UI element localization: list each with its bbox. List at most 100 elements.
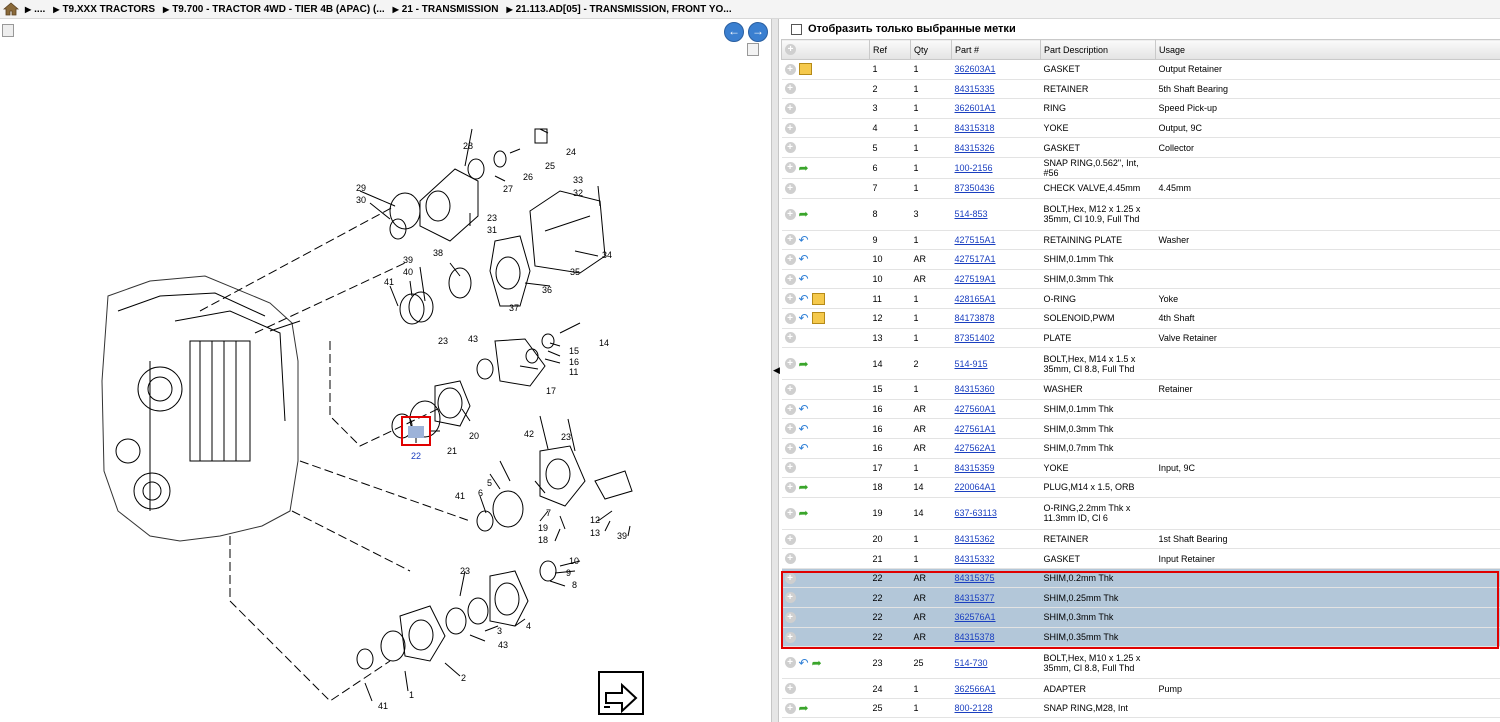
back-arrow-icon[interactable]: ↶ (799, 253, 809, 265)
callout-label[interactable]: 2 (461, 673, 466, 683)
callout-label[interactable]: 20 (469, 431, 479, 441)
callout-label[interactable]: 23 (438, 336, 448, 346)
callout-label[interactable]: 39 (403, 255, 413, 265)
row-part-number-cell[interactable]: 84315362 (951, 529, 1041, 550)
row-part-number-cell[interactable]: 800-2128 (951, 698, 1041, 719)
row-part-number[interactable]: 84315326 (955, 143, 995, 153)
row-part-number[interactable]: 84315318 (955, 123, 995, 133)
row-part-number[interactable]: 84315359 (955, 463, 995, 473)
row-part-number[interactable]: 427515A1 (955, 235, 996, 245)
back-arrow-icon[interactable]: ↶ (799, 312, 809, 324)
callout-label[interactable]: 35 (570, 267, 580, 277)
back-arrow-icon[interactable]: ↶ (799, 234, 809, 246)
row-part-number[interactable]: 514-853 (955, 209, 988, 219)
breadcrumb-item[interactable]: ▶ 21 - TRANSMISSION (393, 4, 499, 15)
row-part-number-cell[interactable]: 84315332 (951, 548, 1041, 569)
row-part-number-cell[interactable]: 87350436 (951, 178, 1041, 199)
callout-label[interactable]: 3 (497, 626, 502, 636)
table-row[interactable]: +3 1 362601A1 RING Speed Pick-up (781, 98, 1500, 119)
add-to-cart-icon[interactable]: + (784, 162, 796, 174)
callout-label[interactable]: 41 (378, 701, 388, 711)
add-to-cart-icon[interactable]: + (784, 332, 796, 344)
table-row[interactable]: +24 1 362566A1 ADAPTER Pump (781, 678, 1500, 699)
callout-label[interactable]: 19 (538, 523, 548, 533)
table-row[interactable]: +20 1 84315362 RETAINER 1st Shaft Bearing (781, 529, 1500, 550)
row-part-number-cell[interactable]: 362576A1 (951, 607, 1041, 628)
row-part-number-cell[interactable]: 514-853 (951, 198, 1041, 231)
callout-label[interactable]: 17 (546, 386, 556, 396)
add-to-cart-icon[interactable]: + (784, 208, 796, 220)
row-part-number-cell[interactable]: 84315335 (951, 79, 1041, 100)
row-part-number-cell[interactable]: 362603A1 (951, 59, 1041, 80)
add-to-cart-icon[interactable]: + (784, 383, 796, 395)
row-part-number[interactable]: 87350436 (955, 183, 995, 193)
row-part-number[interactable]: 427561A1 (955, 424, 996, 434)
callout-label[interactable]: 14 (599, 338, 609, 348)
table-row[interactable]: + ➦ 19 14 637-63113 O-RING,2.2mm Thk x 11.3mm… (781, 497, 1500, 530)
add-to-cart-icon[interactable]: + (784, 253, 796, 265)
breadcrumb-item[interactable]: ▶ T9.XXX TRACTORS (53, 4, 155, 15)
row-part-number-cell[interactable]: 427517A1 (951, 249, 1041, 270)
add-to-cart-icon[interactable]: + (784, 122, 796, 134)
row-part-number-cell[interactable]: 428165A1 (951, 288, 1041, 309)
table-row[interactable]: +7 1 87350436 CHECK VALVE,4.45mm 4.45mm (781, 178, 1500, 199)
row-part-number[interactable]: 800-2128 (955, 703, 993, 713)
box-icon[interactable] (811, 312, 825, 325)
forward-arrow-icon[interactable]: ➦ (799, 507, 809, 519)
callout-label[interactable]: 6 (478, 488, 483, 498)
row-part-number[interactable]: 84315362 (955, 534, 995, 544)
callout-label[interactable]: 5 (487, 478, 492, 488)
row-part-number[interactable]: 84315377 (955, 593, 995, 603)
row-part-number-cell[interactable]: 427560A1 (951, 399, 1041, 420)
row-part-number[interactable]: 220064A1 (955, 482, 996, 492)
row-part-number[interactable]: 84173878 (955, 313, 995, 323)
callout-label[interactable]: 28 (463, 141, 473, 151)
add-to-cart-icon[interactable]: + (784, 182, 796, 194)
add-to-cart-icon[interactable]: + (784, 273, 796, 285)
add-to-cart-icon[interactable]: + (784, 657, 796, 669)
row-part-number[interactable]: 362566A1 (955, 684, 996, 694)
table-row[interactable]: +13 1 87351402 PLATE Valve Retainer (781, 328, 1500, 349)
row-part-number-cell[interactable]: 84173878 (951, 308, 1041, 329)
callout-label[interactable]: 37 (509, 303, 519, 313)
callout-label[interactable]: 13 (590, 528, 600, 538)
callout-label[interactable]: 33 (573, 175, 583, 185)
add-to-cart-icon[interactable]: + (784, 293, 796, 305)
callout-label[interactable]: 29 (356, 183, 366, 193)
forward-arrow-icon[interactable]: ➦ (799, 702, 809, 714)
add-to-cart-icon[interactable]: + (784, 442, 796, 454)
table-row[interactable]: + ↶ 16 AR 427562A1 SHIM,0.7mm Thk (781, 438, 1500, 459)
callout-label[interactable]: 39 (617, 531, 627, 541)
forward-arrow-icon[interactable]: ➦ (799, 208, 809, 220)
callout-label[interactable]: 23 (460, 566, 470, 576)
callout-label[interactable]: 38 (433, 248, 443, 258)
row-part-number-cell[interactable]: 84315326 (951, 137, 1041, 158)
callout-label[interactable]: 31 (487, 225, 497, 235)
callout-label[interactable]: 34 (602, 250, 612, 260)
row-part-number-cell[interactable]: 84315378 (951, 627, 1041, 648)
back-arrow-icon[interactable]: ↶ (799, 273, 809, 285)
table-row[interactable]: + ↶ 12 1 84173878 SOLENOID,PWM 4th Shaft (781, 308, 1500, 329)
row-part-number-cell[interactable]: 87351402 (951, 328, 1041, 349)
callout-label[interactable]: 10 (569, 556, 579, 566)
row-part-number[interactable]: 427519A1 (955, 274, 996, 284)
table-row[interactable]: +5 1 84315326 GASKET Collector (781, 137, 1500, 158)
add-to-cart-icon[interactable]: + (784, 462, 796, 474)
header-part[interactable]: Part # (951, 39, 1041, 60)
table-row[interactable]: + ↶ 16 AR 427561A1 SHIM,0.3mm Thk (781, 418, 1500, 439)
callout-label[interactable]: 24 (566, 147, 576, 157)
row-part-number[interactable]: 514-915 (955, 359, 988, 369)
table-row[interactable]: +21 1 84315332 GASKET Input Retainer (781, 548, 1500, 569)
row-part-number-cell[interactable]: 362566A1 (951, 678, 1041, 699)
callout-label[interactable]: 22 (411, 451, 421, 461)
callout-label[interactable]: 16 (569, 357, 579, 367)
previous-page-button[interactable]: ← (724, 22, 744, 42)
table-row[interactable]: +22 AR 84315378 SHIM,0.35mm Thk (781, 627, 1500, 648)
add-to-cart-icon[interactable]: + (784, 142, 796, 154)
row-part-number[interactable]: 637-63113 (955, 508, 997, 518)
header-qty[interactable]: Qty (910, 39, 952, 60)
add-all-icon[interactable]: + (785, 44, 796, 56)
header-usage[interactable]: Usage (1155, 39, 1500, 60)
back-arrow-icon[interactable]: ↶ (799, 293, 809, 305)
row-part-number[interactable]: 362603A1 (955, 64, 996, 74)
